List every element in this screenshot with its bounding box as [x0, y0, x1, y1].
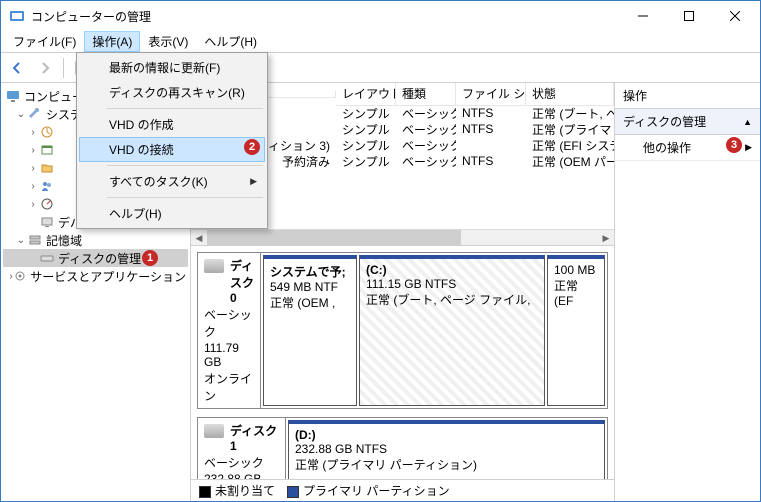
menu-refresh[interactable]: 最新の情報に更新(F)	[79, 55, 265, 80]
expand-icon[interactable]: ›	[27, 163, 39, 174]
expand-icon[interactable]: ⌄	[15, 109, 27, 120]
badge-2: 2	[244, 139, 260, 155]
menu-help[interactable]: ヘルプ(H)	[79, 201, 265, 226]
disk-graphical-view: ディスク 0 ベーシック 111.79 GB オンライン システムで予; 549…	[191, 246, 614, 479]
menu-action[interactable]: 操作(A)	[84, 31, 140, 52]
actions-section-label: ディスクの管理	[623, 113, 706, 130]
menu-attach-vhd[interactable]: VHD の接続 2	[79, 137, 265, 162]
expand-icon[interactable]: ›	[27, 145, 39, 156]
partition-d[interactable]: (D:) 232.88 GB NTFS 正常 (プライマリ パーティション)	[288, 420, 605, 479]
expand-icon[interactable]: ›	[27, 127, 39, 138]
disk-info: ディスク 1 ベーシック 232.88 GB オンライン	[198, 418, 286, 479]
submenu-arrow-icon: ▶	[745, 142, 752, 153]
close-button[interactable]	[712, 1, 758, 31]
menu-file[interactable]: ファイル(F)	[5, 31, 84, 52]
storage-icon	[27, 232, 43, 248]
partition-c[interactable]: (C:) 111.15 GB NTFS 正常 (ブート, ページ ファイル,	[359, 255, 545, 406]
wrench-icon	[27, 106, 43, 122]
badge-3: 3	[726, 137, 742, 153]
horizontal-scrollbar[interactable]: ◀ ▶	[191, 229, 614, 245]
tree-disk-mgmt[interactable]: ディスクの管理 1	[3, 249, 188, 267]
actions-pane: 操作 ディスクの管理 ▲ 他の操作 3 ▶	[615, 83, 760, 501]
tree-storage[interactable]: ⌄ 記憶域	[3, 231, 188, 249]
tree-services-label: サービスとアプリケーション	[30, 268, 186, 285]
window-title: コンピューターの管理	[31, 8, 620, 25]
menu-separator	[107, 165, 263, 166]
users-icon	[39, 178, 55, 194]
scroll-left-icon[interactable]: ◀	[191, 230, 207, 246]
minimize-button[interactable]	[620, 1, 666, 31]
menu-all-tasks[interactable]: すべてのタスク(K) ▶	[79, 169, 265, 194]
legend-unallocated: 未割り当て	[199, 482, 275, 499]
swatch-black	[199, 486, 211, 498]
col-type[interactable]: 種類	[396, 83, 456, 106]
forward-button[interactable]	[33, 56, 57, 80]
action-dropdown: 最新の情報に更新(F) ディスクの再スキャン(R) VHD の作成 VHD の接…	[76, 52, 268, 229]
disk-status: オンライン	[204, 370, 254, 404]
legend: 未割り当て プライマリ パーティション	[191, 479, 614, 501]
disk-icon	[39, 250, 55, 266]
disk-type: ベーシック	[204, 454, 279, 471]
disk-icon	[204, 424, 224, 438]
app-icon	[9, 8, 25, 24]
disk-row[interactable]: ディスク 0 ベーシック 111.79 GB オンライン システムで予; 549…	[197, 252, 608, 409]
scheduler-icon	[39, 124, 55, 140]
expand-icon[interactable]: ›	[27, 199, 39, 210]
actions-other-label: 他の操作	[643, 139, 691, 156]
tree-root-label: コンピュー	[24, 88, 84, 105]
scroll-thumb[interactable]	[207, 230, 461, 245]
titlebar: コンピューターの管理	[1, 1, 760, 31]
menu-view[interactable]: 表示(V)	[140, 31, 196, 52]
expand-icon[interactable]: ›	[27, 181, 39, 192]
menu-create-vhd[interactable]: VHD の作成	[79, 112, 265, 137]
maximize-button[interactable]	[666, 1, 712, 31]
menu-separator	[107, 197, 263, 198]
actions-other[interactable]: 他の操作 3 ▶	[615, 135, 760, 161]
disk-info: ディスク 0 ベーシック 111.79 GB オンライン	[198, 253, 261, 408]
perf-icon	[39, 196, 55, 212]
legend-primary: プライマリ パーティション	[287, 482, 450, 499]
menu-rescan[interactable]: ディスクの再スキャン(R)	[79, 80, 265, 105]
partition[interactable]: 100 MB 正常 (EF	[547, 255, 605, 406]
services-icon	[13, 268, 27, 284]
disk-row[interactable]: ディスク 1 ベーシック 232.88 GB オンライン (D:) 232.88…	[197, 417, 608, 479]
menu-attach-vhd-label: VHD の接続	[109, 141, 174, 158]
col-fs[interactable]: ファイル シ...	[456, 83, 526, 106]
menu-help[interactable]: ヘルプ(H)	[196, 31, 265, 52]
tree-disk-label: ディスクの管理	[58, 250, 141, 267]
computer-icon	[5, 88, 21, 104]
expand-icon[interactable]: ⌄	[15, 235, 27, 246]
toolbar-separator	[63, 58, 64, 78]
disk-size: 111.79 GB	[204, 341, 254, 369]
partition[interactable]: システムで予; 549 MB NTF 正常 (OEM ,	[263, 255, 357, 406]
back-button[interactable]	[5, 56, 29, 80]
menu-all-tasks-label: すべてのタスク(K)	[109, 173, 208, 190]
actions-section[interactable]: ディスクの管理 ▲	[615, 109, 760, 135]
scroll-right-icon[interactable]: ▶	[598, 230, 614, 246]
col-layout[interactable]: レイアウト	[336, 83, 396, 106]
tree-storage-label: 記憶域	[46, 232, 82, 249]
disk-icon	[204, 259, 224, 273]
folder-icon	[39, 160, 55, 176]
menubar: ファイル(F) 操作(A) 表示(V) ヘルプ(H)	[1, 31, 760, 53]
disk-size: 232.88 GB	[204, 472, 279, 479]
col-status[interactable]: 状態	[526, 83, 614, 106]
disk-type: ベーシック	[204, 306, 254, 340]
swatch-blue	[287, 486, 299, 498]
submenu-arrow-icon: ▶	[250, 176, 257, 187]
menu-separator	[107, 108, 263, 109]
collapse-icon: ▲	[743, 117, 752, 127]
actions-header: 操作	[615, 83, 760, 109]
event-icon	[39, 142, 55, 158]
tree-services[interactable]: ›サービスとアプリケーション	[3, 267, 188, 285]
device-icon	[39, 214, 55, 230]
badge-1: 1	[142, 250, 158, 266]
